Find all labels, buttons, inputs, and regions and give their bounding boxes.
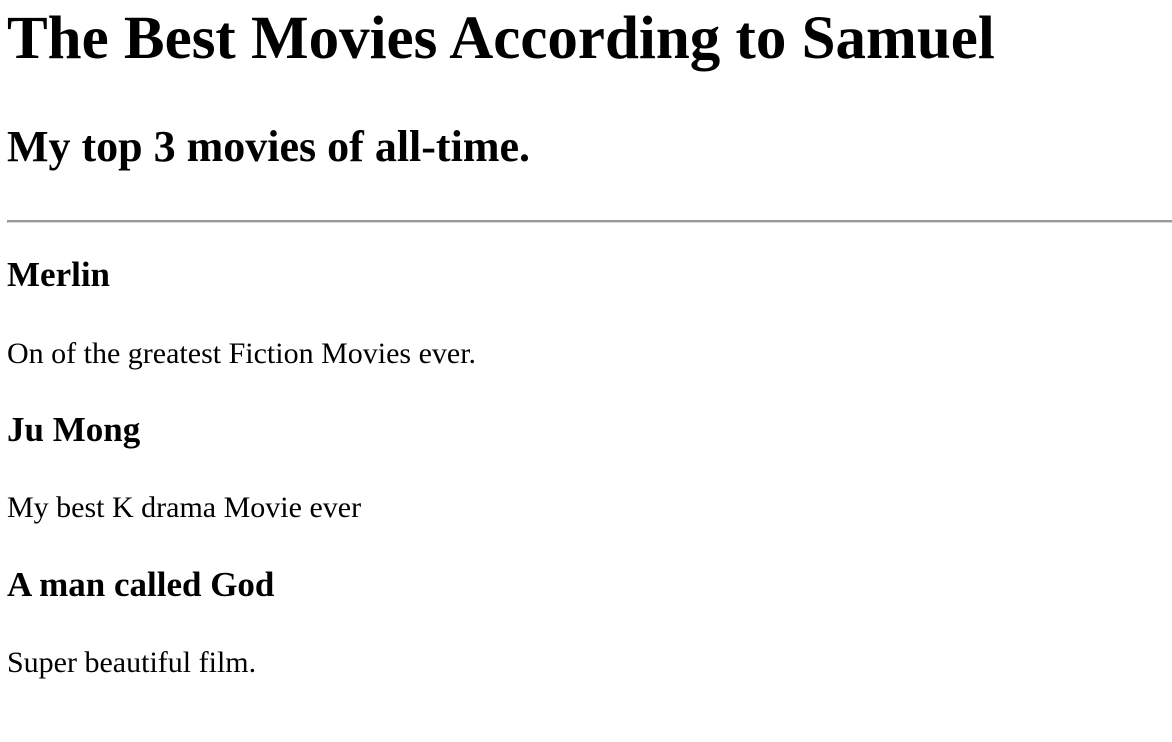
movie-title: A man called God [7, 565, 275, 604]
horizontal-divider [7, 220, 1172, 223]
movie-description: My best K drama Movie ever [7, 491, 362, 524]
movie-title: Merlin [7, 255, 111, 294]
movie-title: Ju Mong [7, 410, 141, 449]
page: The Best Movies According to Samuel My t… [0, 0, 1172, 742]
movie-description: On of the greatest Fiction Movies ever. [7, 337, 477, 370]
page-subtitle: My top 3 movies of all-time. [7, 122, 530, 171]
movie-description: Super beautiful film. [7, 646, 257, 679]
page-title: The Best Movies According to Samuel [7, 5, 995, 72]
